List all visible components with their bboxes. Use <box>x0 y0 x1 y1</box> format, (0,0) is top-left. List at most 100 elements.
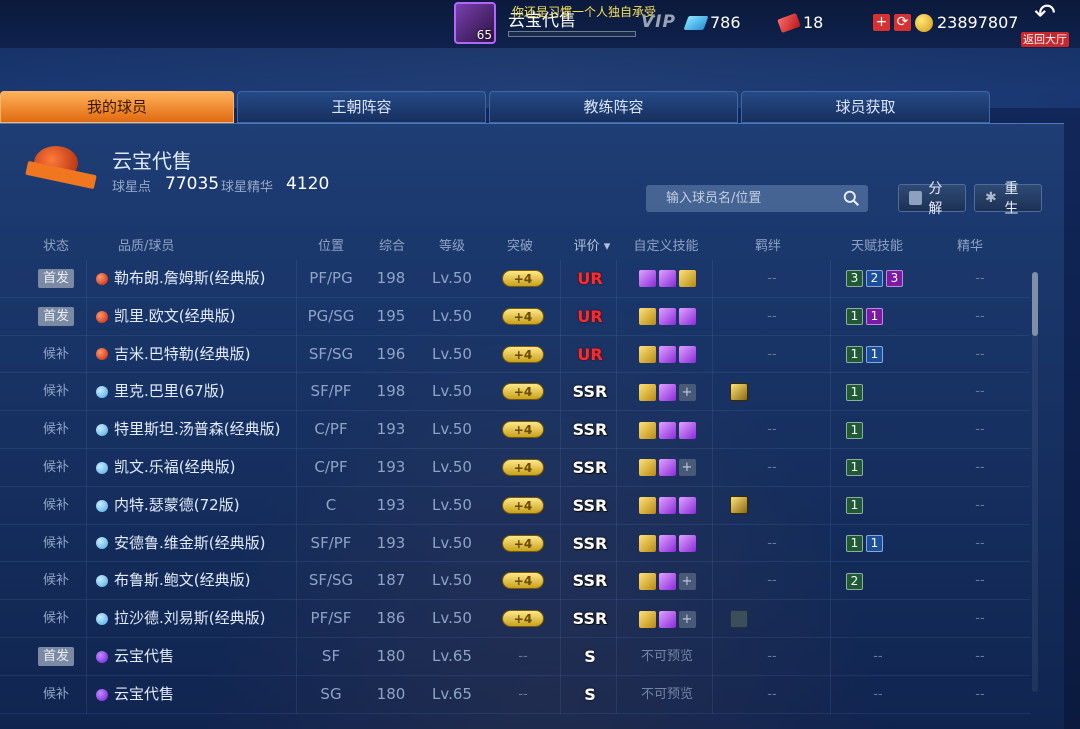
player-name-cell[interactable]: 内特.瑟蒙德(72版) <box>96 487 296 525</box>
overall: 180 <box>376 684 406 703</box>
player-name-cell[interactable]: 安德鲁.维金斯(经典版) <box>96 525 296 563</box>
search-icon[interactable] <box>843 190 860 207</box>
player-name-cell[interactable]: 勒布朗.詹姆斯(经典版) <box>96 260 296 298</box>
player-name-cell[interactable]: 凯里.欧文(经典版) <box>96 298 296 336</box>
skill-icon[interactable] <box>638 610 656 628</box>
table-row[interactable]: 候补 凯文.乐福(经典版) C/PF 193 Lv.50 +4 SSR + -- 1 -- <box>0 448 1030 487</box>
skill-icon[interactable] <box>678 308 696 326</box>
column-divider <box>86 562 87 601</box>
custom-skills: + <box>622 562 712 600</box>
player-name-cell[interactable]: 拉沙德.刘易斯(经典版) <box>96 600 296 638</box>
add-skill-slot-icon[interactable]: + <box>678 383 696 401</box>
column-divider <box>712 562 713 601</box>
player-search-input[interactable] <box>646 185 868 212</box>
table-row[interactable]: 候补 里克.巴里(67版) SF/PF 198 Lv.50 +4 SSR +1 -- <box>0 373 1030 412</box>
add-refresh-button[interactable]: ⟳ <box>894 14 911 31</box>
back-to-lobby-button[interactable]: ↶ 返回大厅 <box>1016 0 1074 47</box>
table-row[interactable]: 候补 布鲁斯.鲍文(经典版) SF/SG 187 Lv.50 +4 SSR + -- 2 -- <box>0 562 1030 601</box>
player-name-cell[interactable]: 云宝代售 <box>96 638 296 676</box>
table-row[interactable]: 候补 特里斯坦.汤普森(经典版) C/PF 193 Lv.50 +4 SSR -- 1 -- <box>0 411 1030 449</box>
talent-level: 1 <box>866 308 883 326</box>
player-name-cell[interactable]: 特里斯坦.汤普森(经典版) <box>96 411 296 449</box>
skill-icon[interactable] <box>638 572 656 590</box>
player-name-cell[interactable]: 云宝代售 <box>96 676 296 714</box>
talent-skills: 11 <box>834 298 922 336</box>
column-divider <box>712 448 713 487</box>
add-skill-slot-icon[interactable]: + <box>678 572 696 590</box>
skill-icon[interactable] <box>658 308 676 326</box>
bond-icon[interactable] <box>730 382 748 401</box>
skill-icon[interactable] <box>658 383 676 401</box>
skill-icon[interactable] <box>678 497 696 515</box>
player-avatar[interactable]: 65 <box>454 2 496 44</box>
table-row[interactable]: 候补 内特.瑟蒙德(72版) C 193 Lv.50 +4 SSR 1 -- <box>0 486 1030 525</box>
skill-icon[interactable] <box>638 459 656 477</box>
skill-icon[interactable] <box>658 497 676 515</box>
bond-icon[interactable] <box>730 496 748 515</box>
skill-icon[interactable] <box>658 270 676 288</box>
talent-skills: 323 <box>834 260 922 298</box>
skill-icon[interactable] <box>658 421 676 439</box>
star-points-value: 77035 <box>165 174 220 194</box>
table-row[interactable]: 候补 云宝代售 SG 180 Lv.65 -- S 不可预览 -- -- -- <box>0 675 1030 714</box>
player-name-cell[interactable]: 吉米.巴特勒(经典版) <box>96 336 296 374</box>
skill-icon[interactable] <box>638 308 656 326</box>
skill-icon[interactable] <box>678 534 696 552</box>
skill-icon[interactable] <box>638 497 656 515</box>
skill-icon[interactable] <box>658 459 676 477</box>
col-essence: 精华 <box>956 239 983 254</box>
add-plus-button[interactable]: + <box>873 14 890 31</box>
skill-icon[interactable] <box>658 345 676 363</box>
tab-my-players[interactable]: 我的球员 <box>0 91 234 123</box>
column-divider <box>830 675 831 714</box>
skill-icon[interactable] <box>678 345 696 363</box>
skill-icon[interactable] <box>678 270 696 288</box>
skill-icon[interactable] <box>638 345 656 363</box>
player-name-cell[interactable]: 里克.巴里(67版) <box>96 373 296 411</box>
rebirth-icon: ✱ <box>985 190 997 206</box>
table-row[interactable]: 候补 吉米.巴特勒(经典版) SF/SG 196 Lv.50 +4 UR -- 1 1 -- <box>0 335 1030 374</box>
scrollbar-thumb[interactable] <box>1032 272 1038 336</box>
vip-badge[interactable]: VIP <box>641 12 676 32</box>
table-row[interactable]: 首发 勒布朗.詹姆斯(经典版) PF/PG 198 Lv.50 +4 UR -- 3 2 3 -- <box>0 260 1030 298</box>
skill-icon[interactable] <box>638 421 656 439</box>
col-grade-sort[interactable]: 评价 ▾ <box>568 235 616 254</box>
tab-dynasty-lineup[interactable]: 王朝阵容 <box>237 91 486 123</box>
essence: -- <box>975 535 985 551</box>
table-row[interactable]: 首发 凯里.欧文(经典版) PG/SG 195 Lv.50 +4 UR -- 1 1 -- <box>0 297 1030 336</box>
tab-player-acquire[interactable]: 球员获取 <box>741 91 990 123</box>
skill-icon[interactable] <box>638 270 656 288</box>
skill-icon[interactable] <box>678 421 696 439</box>
diamond-counter[interactable]: 786 <box>683 13 741 32</box>
column-divider <box>830 411 831 449</box>
col-custom-skills: 自定义技能 <box>633 239 699 254</box>
decompose-button[interactable]: 分解 <box>898 181 966 217</box>
skill-icon[interactable] <box>638 383 656 401</box>
skill-icon[interactable] <box>658 572 676 590</box>
column-divider <box>560 486 561 525</box>
skill-icon[interactable] <box>658 610 676 628</box>
player-name-cell[interactable]: 布鲁斯.鲍文(经典版) <box>96 562 296 600</box>
table-row[interactable]: 候补 安德鲁.维金斯(经典版) SF/PF 193 Lv.50 +4 SSR -- 1 1 -- <box>0 524 1030 563</box>
column-divider <box>830 486 831 525</box>
column-divider <box>616 297 617 336</box>
player-name: 安德鲁.维金斯(经典版) <box>114 533 266 552</box>
grade-label: SSR <box>572 609 608 629</box>
skill-icon[interactable] <box>638 534 656 552</box>
bond-icon[interactable] <box>730 609 748 628</box>
tab-coach-lineup[interactable]: 教练阵容 <box>489 91 738 123</box>
add-skill-slot-icon[interactable]: + <box>678 610 696 628</box>
player-name-cell[interactable]: 凯文.乐福(经典版) <box>96 449 296 487</box>
table-row[interactable]: 首发 云宝代售 SF 180 Lv.65 -- S 不可预览 -- -- -- <box>0 637 1030 676</box>
skill-icon[interactable] <box>658 534 676 552</box>
ticket-counter[interactable]: 18 <box>777 12 823 33</box>
status-badge: 候补 <box>36 449 76 487</box>
table-row[interactable]: 候补 拉沙德.刘易斯(经典版) PF/SF 186 Lv.50 +4 SSR + -- <box>0 600 1030 638</box>
player-level: 65 <box>476 28 492 42</box>
add-skill-slot-icon[interactable]: + <box>678 459 696 477</box>
grade-label: SSR <box>572 571 608 591</box>
custom-skills <box>622 298 712 336</box>
status-label: 候补 <box>42 611 69 627</box>
rebirth-button[interactable]: ✱ 重生 <box>974 181 1042 217</box>
position: PF/PG <box>309 269 353 287</box>
